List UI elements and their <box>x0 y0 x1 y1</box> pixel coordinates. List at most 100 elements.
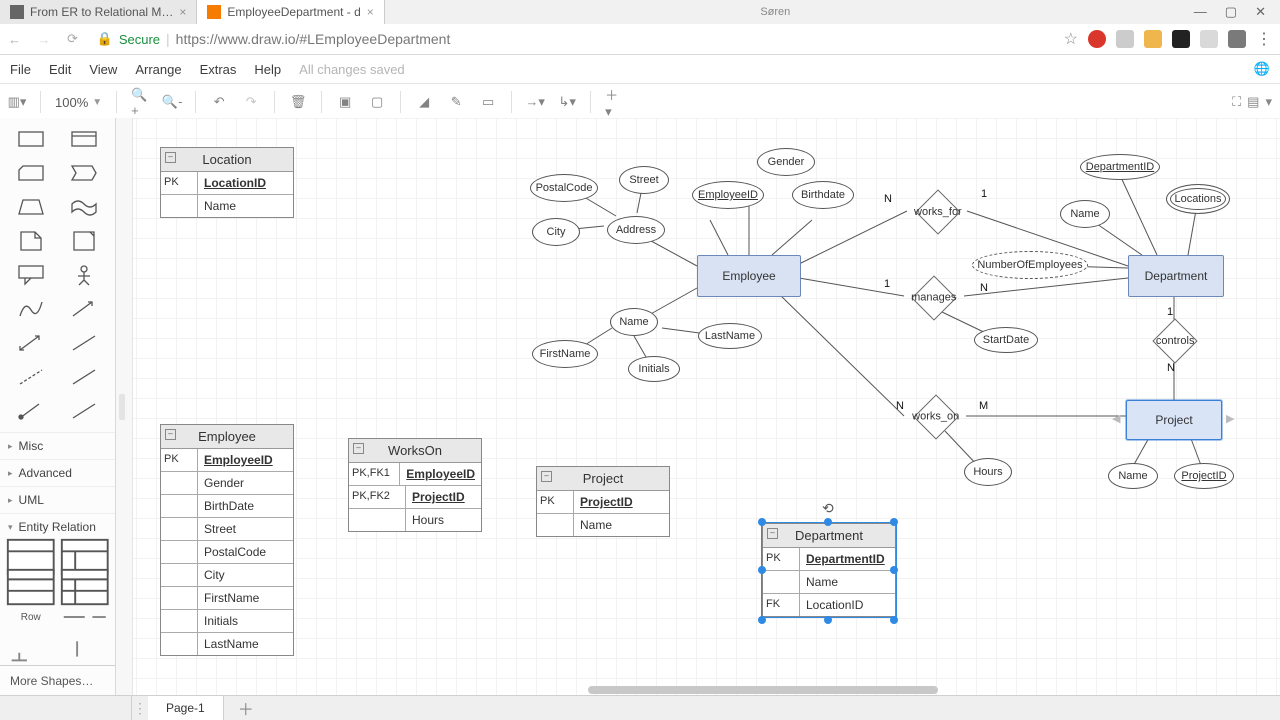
table-row[interactable]: FirstName <box>161 587 293 610</box>
shape-wave[interactable] <box>58 190 112 224</box>
shape-curve[interactable] <box>4 292 58 326</box>
minimize-icon[interactable]: — <box>1194 4 1207 20</box>
scrollbar-thumb[interactable] <box>588 686 938 694</box>
to-back-icon[interactable]: ▢ <box>368 93 386 111</box>
sidebar-section-uml[interactable]: ▸UML <box>0 486 115 513</box>
ext-icon[interactable] <box>1172 30 1190 48</box>
forward-icon[interactable]: → <box>38 32 56 47</box>
shape-line-diag[interactable] <box>58 326 112 360</box>
connector-icon[interactable]: →▾ <box>526 93 544 111</box>
fill-icon[interactable]: ◢ <box>415 93 433 111</box>
omnibox[interactable]: 🔒 Secure | https://www.draw.io/#LEmploye… <box>97 31 1052 47</box>
shape-line[interactable] <box>58 360 112 394</box>
bookmark-star-icon[interactable]: ☆ <box>1064 29 1078 49</box>
attr-birthdate[interactable]: Birthdate <box>792 181 854 209</box>
er-misc[interactable] <box>4 632 58 662</box>
attr-departmentid[interactable]: DepartmentID <box>1080 154 1160 180</box>
table-row[interactable]: FKLocationID <box>763 594 895 616</box>
rotate-handle-icon[interactable]: ⟲ <box>822 500 834 517</box>
page-tab-1[interactable]: Page-1 <box>148 696 224 720</box>
insert-icon[interactable]: ＋▾ <box>605 93 623 111</box>
attr-dept-name[interactable]: Name <box>1060 200 1110 228</box>
attr-city[interactable]: City <box>532 218 580 246</box>
er-table3[interactable] <box>4 572 58 602</box>
attr-firstname[interactable]: FirstName <box>532 340 598 368</box>
add-page-button[interactable]: ＋ <box>224 696 268 720</box>
attr-name[interactable]: Name <box>610 308 658 336</box>
table-workson[interactable]: –WorksOn PK,FK1EmployeeIDPK,FK2ProjectID… <box>348 438 482 532</box>
table-row[interactable]: Name <box>161 195 293 217</box>
entity-employee[interactable]: Employee <box>697 255 801 297</box>
collapse-icon[interactable]: ▾ <box>1265 94 1272 110</box>
selection-handle[interactable] <box>824 616 832 624</box>
diagram-canvas[interactable]: Employee Department Project ◀ ▶ works_fo… <box>116 118 1280 696</box>
sidebar-section-misc[interactable]: ▸Misc <box>0 432 115 459</box>
table-row[interactable]: PKLocationID <box>161 172 293 195</box>
abp-icon[interactable] <box>1088 30 1106 48</box>
attr-gender[interactable]: Gender <box>757 148 815 176</box>
zoom-control[interactable]: 100% ▼ <box>55 95 102 110</box>
entity-project[interactable]: Project <box>1126 400 1222 440</box>
selection-handle[interactable] <box>758 566 766 574</box>
table-department[interactable]: –Department PKDepartmentIDNameFKLocation… <box>762 523 896 617</box>
globe-icon[interactable]: 🌐 <box>1254 61 1270 77</box>
table-row[interactable]: Gender <box>161 472 293 495</box>
rel-works-for[interactable]: works_for <box>915 189 960 234</box>
table-row[interactable]: Street <box>161 518 293 541</box>
entity-department[interactable]: Department <box>1128 255 1224 297</box>
table-row[interactable]: Initials <box>161 610 293 633</box>
ext-icon[interactable] <box>1200 30 1218 48</box>
format-panel-icon[interactable]: ▤ <box>1247 94 1259 110</box>
table-row[interactable]: Name <box>537 514 669 536</box>
attr-street[interactable]: Street <box>619 166 669 194</box>
back-icon[interactable]: ← <box>8 32 26 47</box>
table-row[interactable]: Hours <box>349 509 481 531</box>
undo-icon[interactable]: ↶ <box>210 93 228 111</box>
shape-callout[interactable] <box>4 258 58 292</box>
selection-handle[interactable] <box>758 616 766 624</box>
close-icon[interactable]: × <box>179 5 186 19</box>
reload-icon[interactable]: ⟳ <box>67 31 85 47</box>
menu-extras[interactable]: Extras <box>200 62 237 77</box>
close-window-icon[interactable]: ✕ <box>1255 4 1266 20</box>
maximize-icon[interactable]: ▢ <box>1225 4 1237 20</box>
er-misc2[interactable] <box>58 632 112 662</box>
fullscreen-icon[interactable]: ⛶ <box>1232 94 1241 110</box>
attr-address[interactable]: Address <box>607 216 665 244</box>
menu-arrange[interactable]: Arrange <box>135 62 181 77</box>
attr-hours[interactable]: Hours <box>964 458 1012 486</box>
browser-tab-1[interactable]: EmployeeDepartment - d × <box>197 0 384 24</box>
rel-works-on[interactable]: works_on <box>913 394 958 439</box>
attr-lastname[interactable]: LastName <box>698 323 762 349</box>
attr-initials[interactable]: Initials <box>628 356 680 382</box>
shape-frame[interactable] <box>58 122 112 156</box>
selection-handle[interactable] <box>890 566 898 574</box>
selection-handle[interactable] <box>824 518 832 526</box>
attr-numemployees[interactable]: NumberOfEmployees <box>972 251 1088 279</box>
table-employee[interactable]: –Employee PKEmployeeIDGenderBirthDateStr… <box>160 424 294 656</box>
table-row[interactable]: PK,FK2ProjectID <box>349 486 481 509</box>
zoom-out-icon[interactable]: 🔍- <box>163 93 181 111</box>
delete-icon[interactable]: 🗑 <box>289 93 307 111</box>
table-row[interactable]: PostalCode <box>161 541 293 564</box>
shape-conn1[interactable] <box>4 394 58 428</box>
redo-icon[interactable]: ↷ <box>242 93 260 111</box>
menu-edit[interactable]: Edit <box>49 62 71 77</box>
attr-locations[interactable]: Locations <box>1166 184 1230 214</box>
table-row[interactable]: Name <box>763 571 895 594</box>
selection-handle[interactable] <box>890 518 898 526</box>
ext-icon[interactable] <box>1228 30 1246 48</box>
shape-page[interactable] <box>58 224 112 258</box>
shape-card[interactable] <box>4 156 58 190</box>
attr-startdate[interactable]: StartDate <box>974 327 1038 353</box>
pages-menu-icon[interactable]: ⋮ <box>132 696 148 720</box>
shape-rect[interactable] <box>4 122 58 156</box>
browser-tab-0[interactable]: From ER to Relational M… × <box>0 0 197 24</box>
close-icon[interactable]: × <box>367 5 374 19</box>
ext-icon[interactable] <box>1116 30 1134 48</box>
menu-help[interactable]: Help <box>254 62 281 77</box>
shape-conn2[interactable] <box>58 394 112 428</box>
table-row[interactable]: PKEmployeeID <box>161 449 293 472</box>
shape-arrow-both[interactable] <box>4 326 58 360</box>
attr-proj-name[interactable]: Name <box>1108 463 1158 489</box>
